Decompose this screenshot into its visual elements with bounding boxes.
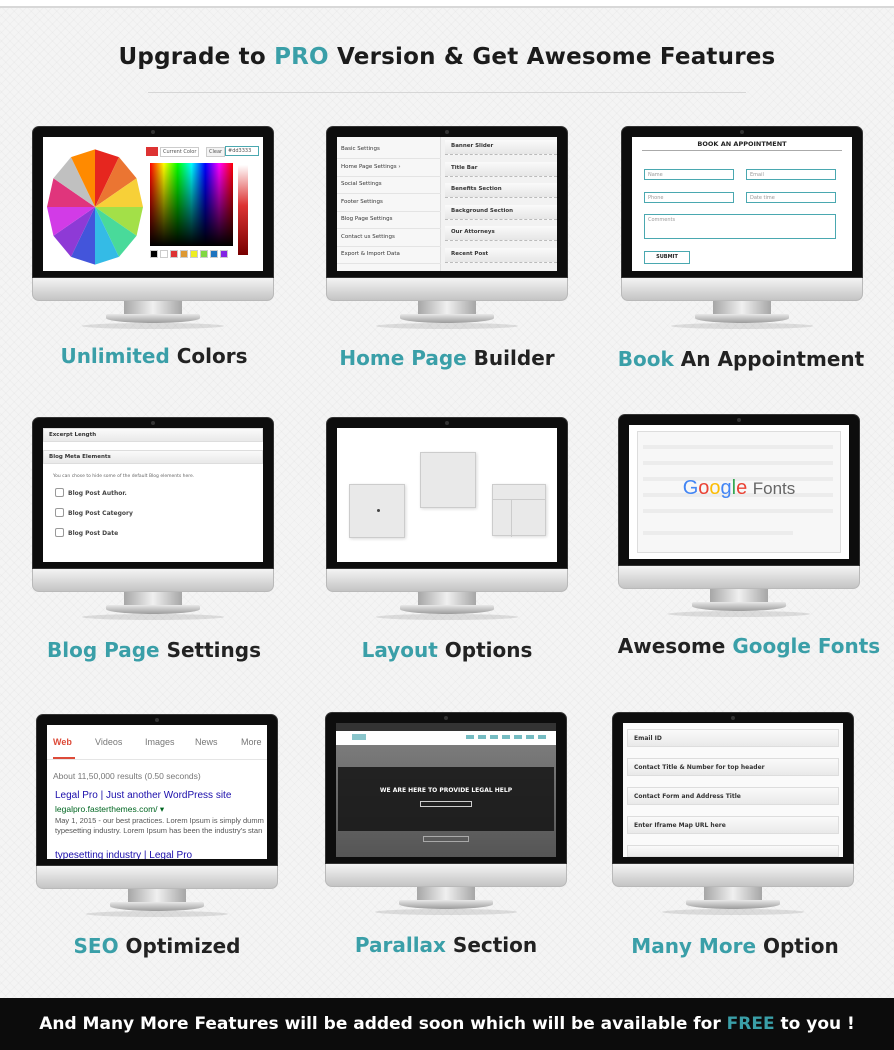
monitor: Email ID Contact Title & Number for top …	[612, 712, 854, 915]
palette-swatch[interactable]	[160, 250, 168, 258]
checkbox-author[interactable]	[55, 488, 64, 497]
builder-section-item[interactable]: Benefits Section	[445, 183, 557, 198]
option-row[interactable]: Email ID	[627, 729, 839, 747]
parallax-button[interactable]	[420, 801, 472, 807]
checkbox-date[interactable]	[55, 528, 64, 537]
seo-tab[interactable]: Videos	[95, 737, 122, 747]
feature-caption: Blog Page Settings	[47, 638, 261, 662]
comments-field[interactable]: Comments	[644, 214, 836, 239]
monitor: Basic Settings Home Page Settings › Social…	[326, 126, 568, 329]
checkbox-label: Blog Post Category	[68, 510, 133, 517]
parallax-banner: WE ARE HERE TO PROVIDE LEGAL HELP	[338, 767, 554, 831]
page-title: Upgrade to PRO Version & Get Awesome Fea…	[118, 44, 776, 70]
feature-caption: Layout Options	[361, 638, 533, 662]
checkbox-label: Blog Post Date	[68, 530, 119, 537]
feature-caption: Awesome Google Fonts	[617, 634, 881, 658]
layout-screen	[337, 428, 557, 562]
color-gradient-area[interactable]	[150, 163, 233, 246]
builder-menu-item[interactable]: Home Page Settings ›	[337, 160, 441, 177]
seo-tab[interactable]: News	[195, 737, 218, 747]
footer-banner: And Many More Features will be added soo…	[0, 998, 894, 1050]
builder-menu-item[interactable]: Footer Settings	[337, 195, 441, 212]
monitor: Web Videos Images News More About 11,50,000 …	[36, 714, 278, 917]
builder-section-item[interactable]: Banner Slider	[445, 140, 557, 155]
result-title-link[interactable]: Legal Pro | Just another WordPress site	[55, 790, 231, 801]
checkbox-category[interactable]	[55, 508, 64, 517]
layout-right-sidebar[interactable]	[492, 484, 546, 537]
appointment-title: BOOK AN APPOINTMENT	[697, 140, 787, 148]
monitor: Current Color Clear #dd3333	[32, 126, 274, 329]
option-row[interactable]: Contact Title & Number for top header	[627, 758, 839, 776]
appointment-screen: BOOK AN APPOINTMENT Name Email Phone Dat…	[632, 137, 852, 271]
divider	[148, 92, 746, 93]
palette-swatch[interactable]	[220, 250, 228, 258]
seo-tab[interactable]: More	[241, 737, 262, 747]
seo-tab[interactable]: Web	[53, 737, 72, 747]
blog-hint: You can chose to hide some of the defaul…	[53, 474, 195, 479]
result-title-link[interactable]: typesetting industry | Legal Pro	[55, 850, 192, 859]
builder-menu-item[interactable]: Contact us Settings	[337, 230, 441, 247]
google-word: Google	[682, 477, 748, 499]
seo-tab[interactable]: Images	[145, 737, 175, 747]
blog-meta-row[interactable]: Blog Meta Elements	[43, 450, 263, 464]
builder-menu-item[interactable]: Social Settings	[337, 177, 441, 194]
seo-screen: Web Videos Images News More About 11,50,000 …	[47, 725, 267, 859]
phone-field[interactable]: Phone	[644, 192, 734, 203]
submit-button[interactable]: SUBMIT	[644, 251, 690, 264]
builder-menu-item[interactable]: Basic Settings	[337, 142, 441, 159]
monitor: Excerpt Length Blog Meta Elements You ca…	[32, 417, 274, 620]
hue-slider[interactable]	[238, 165, 248, 255]
hex-input[interactable]: #dd3333	[225, 146, 259, 156]
email-field[interactable]: Email	[746, 169, 836, 180]
feature-caption: Parallax Section	[354, 933, 538, 957]
current-color-swatch	[146, 147, 158, 156]
current-color-label: Current Color	[160, 147, 200, 157]
builder-menu-item[interactable]: Blog Page Settings	[337, 212, 441, 229]
datetime-field[interactable]: Date time	[746, 192, 836, 203]
palette-swatch[interactable]	[170, 250, 178, 258]
top-border	[0, 0, 894, 8]
name-field[interactable]: Name	[644, 169, 734, 180]
excerpt-length-row[interactable]: Excerpt Length	[43, 428, 263, 442]
result-snippet: typesetting industry. Lorem Ipsum has be…	[55, 826, 263, 835]
monitor: WE ARE HERE TO PROVIDE LEGAL HELP	[325, 712, 567, 915]
feature-caption: Unlimited Colors	[60, 344, 248, 368]
google-fonts-screen: Google Fonts	[629, 425, 849, 559]
parallax-screen: WE ARE HERE TO PROVIDE LEGAL HELP	[336, 723, 556, 857]
more-options-screen: Email ID Contact Title & Number for top …	[623, 723, 843, 857]
palette-swatch[interactable]	[200, 250, 208, 258]
feature-caption: SEO Optimized	[73, 934, 241, 958]
color-picker-screen: Current Color Clear #dd3333	[43, 137, 263, 271]
monitor	[326, 417, 568, 620]
parallax-heading: WE ARE HERE TO PROVIDE LEGAL HELP	[379, 787, 513, 794]
monitor: BOOK AN APPOINTMENT Name Email Phone Dat…	[621, 126, 863, 329]
palette-swatch[interactable]	[180, 250, 188, 258]
results-count: About 11,50,000 results (0.50 seconds)	[53, 771, 201, 781]
option-row[interactable]: Contact Form and Address Title	[627, 787, 839, 805]
palette-swatch[interactable]	[150, 250, 158, 258]
result-snippet: May 1, 2015 - our best practices. Lorem …	[55, 816, 264, 825]
blog-settings-screen: Excerpt Length Blog Meta Elements You ca…	[43, 428, 263, 562]
builder-section-item[interactable]: Our Attorneys	[445, 226, 557, 241]
builder-screen: Basic Settings Home Page Settings › Social…	[337, 137, 557, 271]
builder-menu-item[interactable]: Export & Import Data	[337, 247, 441, 264]
layout-full-width[interactable]	[420, 452, 476, 508]
feature-caption: Book An Appointment	[617, 347, 865, 371]
checkbox-label: Blog Post Author.	[68, 490, 127, 497]
palette-swatch[interactable]	[190, 250, 198, 258]
feature-caption: Home Page Builder	[339, 346, 555, 370]
builder-section-item[interactable]: Background Section	[445, 204, 557, 220]
builder-section-item[interactable]: Title Bar	[445, 161, 557, 177]
google-fonts-logo: Google Fonts	[682, 477, 796, 499]
palette-swatch[interactable]	[210, 250, 218, 258]
result-url[interactable]: legalpro.fasterthemes.com/ ▾	[55, 804, 164, 815]
color-wheel	[47, 149, 143, 265]
layout-left-sidebar[interactable]	[349, 484, 405, 538]
builder-section-item[interactable]: Recent Post	[445, 247, 557, 263]
option-row[interactable]: Enter Iframe Map URL here	[627, 816, 839, 834]
feature-caption: Many More Option	[631, 934, 839, 958]
monitor: Google Fonts	[618, 414, 860, 617]
clear-button[interactable]: Clear	[206, 147, 226, 157]
